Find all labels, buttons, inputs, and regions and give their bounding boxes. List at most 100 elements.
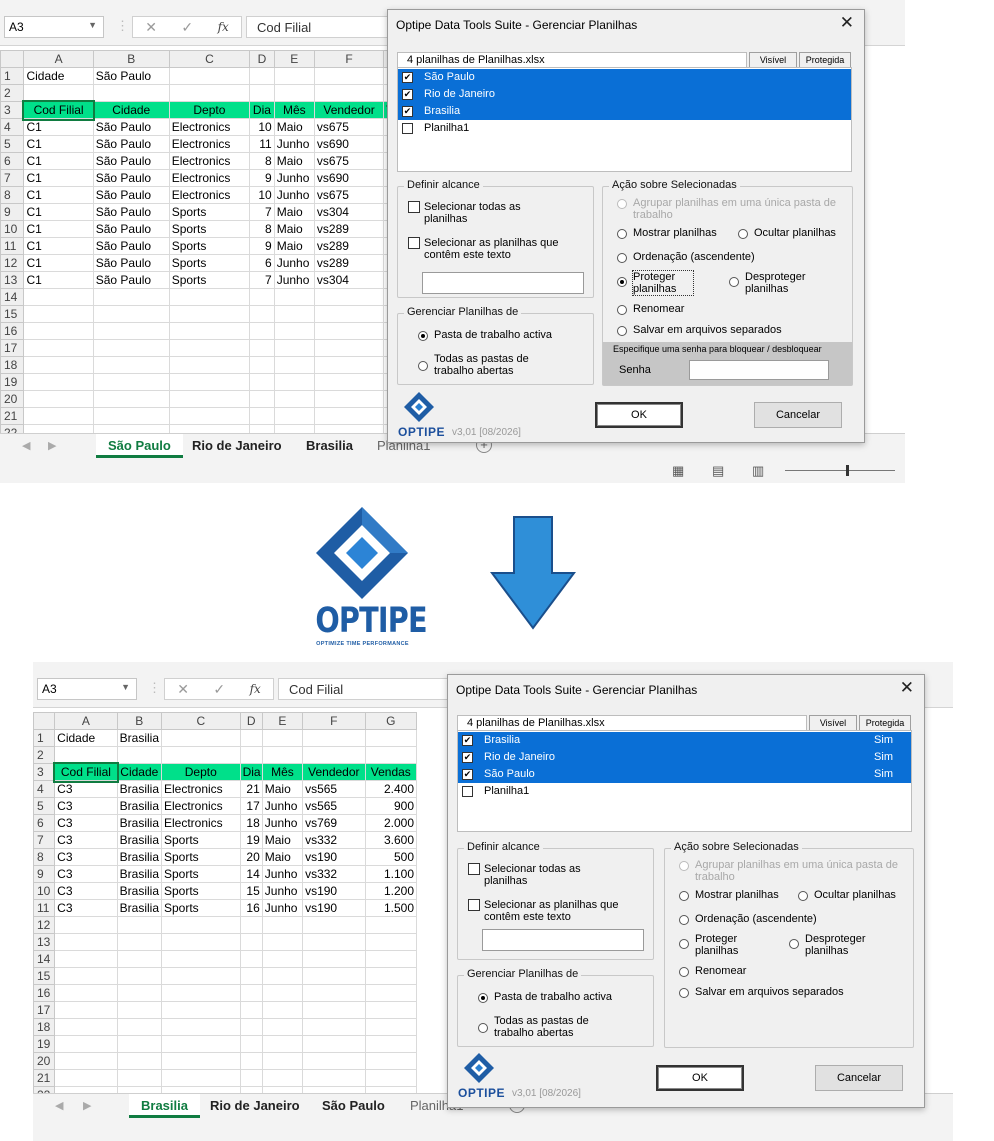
- cell[interactable]: Junho: [261, 882, 304, 900]
- sheet-list-item[interactable]: ✔ Rio de Janeiro Sim: [458, 749, 911, 766]
- tab-prev-icon[interactable]: ◀: [55, 1099, 63, 1112]
- cell[interactable]: [313, 84, 385, 102]
- cell[interactable]: [261, 1052, 304, 1070]
- cell[interactable]: [273, 407, 315, 425]
- header-cell[interactable]: Cidade: [116, 763, 162, 781]
- cell[interactable]: [168, 373, 251, 391]
- cell[interactable]: C3: [54, 882, 118, 900]
- cell[interactable]: [116, 1001, 162, 1019]
- cell[interactable]: C1: [23, 220, 94, 238]
- cell[interactable]: Electronics: [160, 797, 241, 815]
- cell[interactable]: [313, 407, 385, 425]
- radio-off-icon[interactable]: [617, 326, 627, 336]
- cell[interactable]: Maio: [261, 780, 304, 798]
- cell[interactable]: Brasilia: [116, 848, 162, 866]
- column-header[interactable]: E: [261, 712, 304, 730]
- cell[interactable]: vs690: [313, 135, 385, 153]
- radio-off-icon[interactable]: [617, 253, 627, 263]
- cell[interactable]: vs289: [313, 237, 385, 255]
- row-header[interactable]: 14: [33, 950, 56, 968]
- cell[interactable]: [239, 1052, 263, 1070]
- cell[interactable]: 7: [249, 271, 275, 289]
- cell[interactable]: C3: [54, 899, 118, 917]
- cell[interactable]: [273, 373, 315, 391]
- cell[interactable]: [168, 356, 251, 374]
- cell[interactable]: [273, 339, 315, 357]
- row-header[interactable]: 13: [33, 933, 56, 951]
- cell[interactable]: 3.600: [364, 831, 418, 849]
- cell[interactable]: [54, 1001, 118, 1019]
- cell[interactable]: [160, 950, 241, 968]
- cell[interactable]: 10: [249, 118, 275, 136]
- radio-off-icon[interactable]: [478, 1023, 488, 1033]
- cell[interactable]: Sports: [160, 848, 241, 866]
- row-header[interactable]: 10: [0, 220, 25, 238]
- cell[interactable]: São Paulo: [92, 152, 170, 170]
- formula-input[interactable]: Cod Filial: [246, 16, 406, 38]
- cell[interactable]: São Paulo: [92, 135, 170, 153]
- cell[interactable]: vs190: [302, 899, 366, 917]
- cell[interactable]: 19: [239, 831, 263, 849]
- zoom-thumb[interactable]: [846, 465, 849, 476]
- cell[interactable]: [168, 84, 251, 102]
- cell[interactable]: Junho: [273, 254, 315, 272]
- check-icon[interactable]: ✓: [213, 681, 225, 698]
- filter-text-input[interactable]: [482, 929, 644, 951]
- cell[interactable]: [249, 288, 275, 306]
- cell[interactable]: São Paulo: [92, 203, 170, 221]
- col-visible[interactable]: Visível: [749, 52, 797, 68]
- cell[interactable]: vs565: [302, 797, 366, 815]
- page-break-icon[interactable]: ▥: [752, 463, 764, 479]
- cell[interactable]: vs565: [302, 780, 366, 798]
- cell[interactable]: [23, 322, 94, 340]
- cell[interactable]: 1.500: [364, 899, 418, 917]
- cell[interactable]: Cidade: [23, 67, 94, 85]
- cell[interactable]: [160, 1052, 241, 1070]
- sheet-list-item[interactable]: ✔ São Paulo Sim: [458, 766, 911, 783]
- cell[interactable]: [92, 339, 170, 357]
- cell[interactable]: 21: [239, 780, 263, 798]
- cell[interactable]: Sports: [160, 882, 241, 900]
- tab-prev-icon[interactable]: ◀: [22, 439, 30, 452]
- cell[interactable]: São Paulo: [92, 169, 170, 187]
- ok-button[interactable]: OK: [595, 402, 683, 428]
- cell[interactable]: [168, 390, 251, 408]
- cell[interactable]: [116, 1035, 162, 1053]
- row-header[interactable]: 2: [0, 84, 25, 102]
- cell[interactable]: [273, 356, 315, 374]
- cell[interactable]: [160, 1069, 241, 1087]
- sheet-list[interactable]: ✔ São Paulo ✔ Rio de Janeiro ✔ Brasilia Planil…: [397, 67, 852, 172]
- cell[interactable]: Electronics: [168, 135, 251, 153]
- cell[interactable]: Electronics: [168, 169, 251, 187]
- cell[interactable]: [261, 1035, 304, 1053]
- col-protected[interactable]: Protegida: [859, 715, 911, 731]
- cell[interactable]: [23, 407, 94, 425]
- cell[interactable]: Electronics: [160, 814, 241, 832]
- cell[interactable]: [116, 967, 162, 985]
- column-header[interactable]: E: [273, 50, 315, 68]
- sheet-list-item[interactable]: ✔ São Paulo: [398, 69, 851, 86]
- cell[interactable]: [273, 67, 315, 85]
- cell[interactable]: 17: [239, 797, 263, 815]
- checkbox-icon[interactable]: [468, 899, 480, 911]
- cell[interactable]: 8: [249, 152, 275, 170]
- cell[interactable]: [54, 933, 118, 951]
- zoom-slider[interactable]: [785, 470, 895, 471]
- checkbox-checked-icon[interactable]: ✔: [402, 89, 413, 100]
- cell[interactable]: Junho: [261, 814, 304, 832]
- row-header[interactable]: 2: [33, 746, 56, 764]
- column-header[interactable]: G: [364, 712, 418, 730]
- cell[interactable]: Maio: [273, 152, 315, 170]
- checkbox-icon[interactable]: [462, 786, 473, 797]
- cell[interactable]: [364, 916, 418, 934]
- radio-off-icon[interactable]: [798, 891, 808, 901]
- select-all-corner[interactable]: [33, 712, 56, 730]
- cell[interactable]: C1: [23, 203, 94, 221]
- row-header[interactable]: 20: [0, 390, 25, 408]
- row-header[interactable]: 18: [0, 356, 25, 374]
- cell[interactable]: [160, 1018, 241, 1036]
- cancel-button[interactable]: Cancelar: [815, 1065, 903, 1091]
- cell[interactable]: vs675: [313, 186, 385, 204]
- cell[interactable]: [302, 967, 366, 985]
- page-layout-icon[interactable]: ▤: [712, 463, 724, 479]
